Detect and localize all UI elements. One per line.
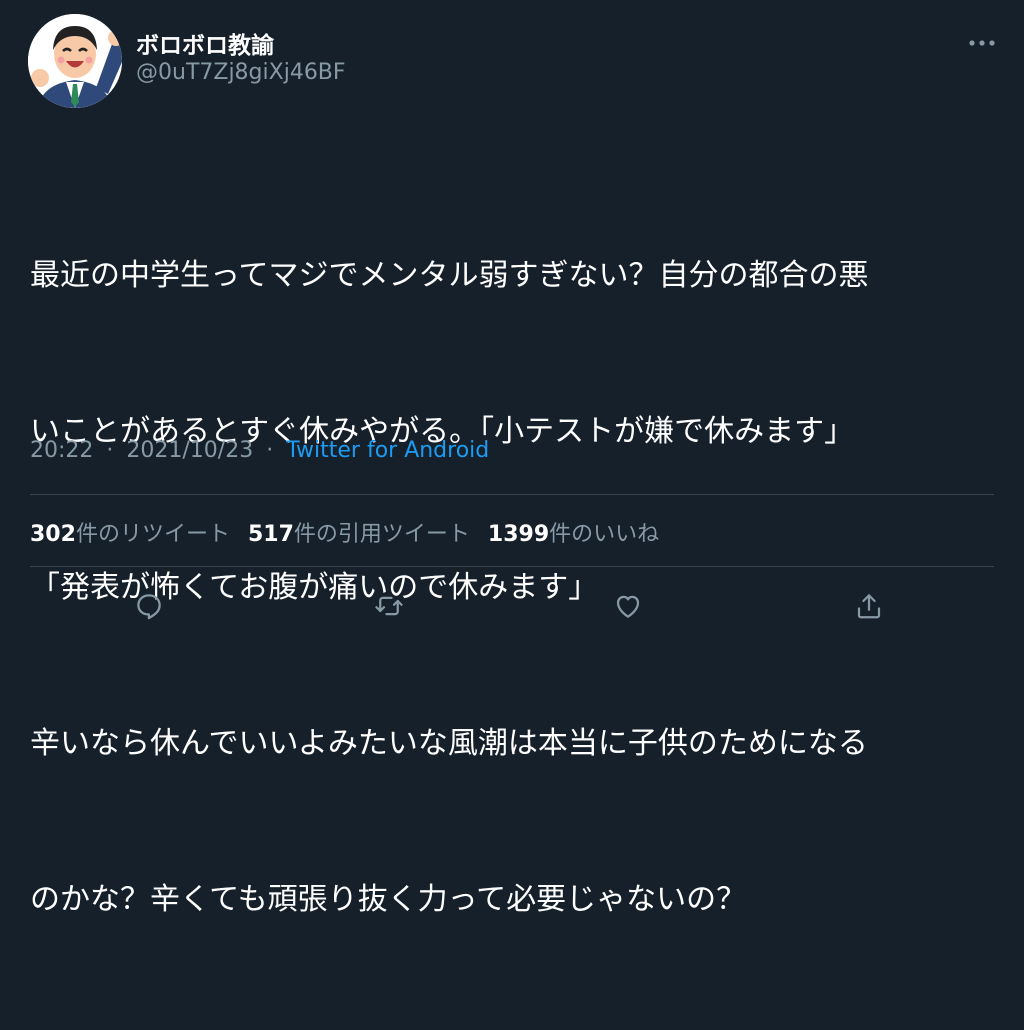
quote-count-link[interactable]: 517件の引用ツイート <box>248 516 470 548</box>
tweet-time[interactable]: 20:22 <box>30 438 93 463</box>
user-handle: @0uT7Zj8giXj46BF <box>136 60 346 85</box>
tweet-line: 最近の中学生ってマジでメンタル弱すぎない？自分の都合の悪 <box>30 258 869 293</box>
tweet-line: 辛いなら休んでいいよみたいな風潮は本当に子供のためになる <box>30 726 868 761</box>
tweet-meta: 20:22 · 2021/10/23 · Twitter for Android <box>30 438 489 463</box>
like-count-link[interactable]: 1399件のいいね <box>488 516 659 548</box>
retweet-button[interactable] <box>371 588 407 624</box>
like-button[interactable] <box>610 588 646 624</box>
share-button[interactable] <box>851 588 887 624</box>
tweet-actions <box>0 588 1024 624</box>
tweet-source-link[interactable]: Twitter for Android <box>286 438 489 463</box>
retweet-count-link[interactable]: 302件のリツイート <box>30 516 230 548</box>
divider <box>30 494 994 495</box>
avatar[interactable] <box>28 14 122 108</box>
divider <box>30 566 994 567</box>
display-name[interactable]: ボロボロ教諭 <box>136 26 274 60</box>
reply-button[interactable] <box>131 588 167 624</box>
reply-icon <box>137 594 161 620</box>
retweet-icon <box>375 596 403 616</box>
more-options-icon[interactable] <box>964 28 1000 58</box>
teacher-avatar-icon <box>28 14 122 108</box>
retweet-count: 302 <box>30 522 76 547</box>
quote-label: 件の引用ツイート <box>293 522 470 547</box>
like-count: 1399 <box>487 522 550 547</box>
share-icon <box>857 594 881 619</box>
heart-icon <box>616 595 640 618</box>
quote-count: 517 <box>247 522 294 547</box>
meta-separator: · <box>266 438 274 463</box>
tweet-date[interactable]: 2021/10/23 <box>126 438 253 463</box>
meta-separator: · <box>106 438 114 463</box>
retweet-label: 件のリツイート <box>75 522 230 547</box>
tweet-detail: ボロボロ教諭 @0uT7Zj8giXj46BF 最近の中学生ってマジでメンタル弱… <box>0 0 1024 917</box>
tweet-line: のかな？辛くても頑張り抜く力って必要じゃないの？ <box>30 882 747 917</box>
like-label: 件のいいね <box>549 522 660 547</box>
tweet-stats: 302件のリツイート 517件の引用ツイート 1399件のいいね <box>30 516 659 548</box>
